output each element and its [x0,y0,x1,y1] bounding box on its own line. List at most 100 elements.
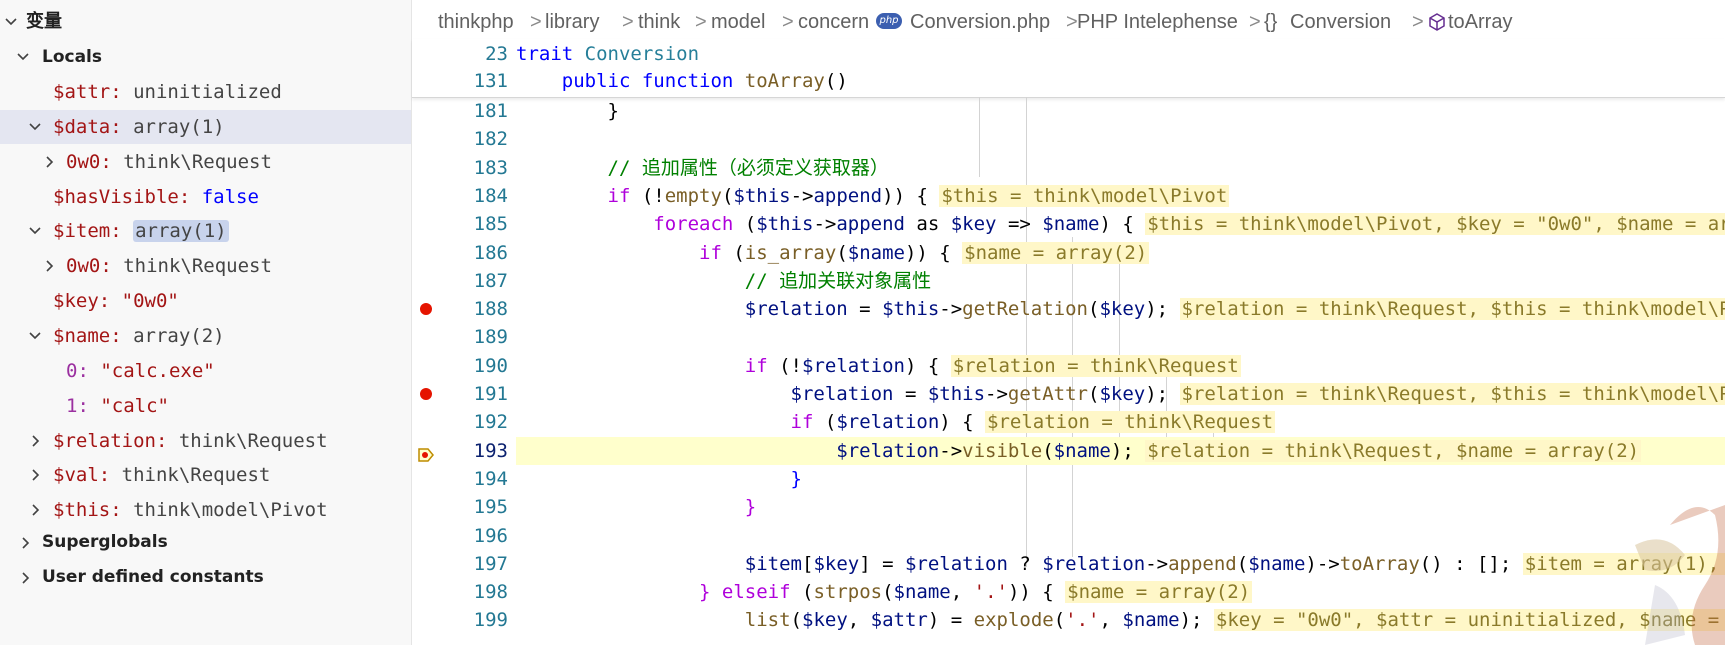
variable-row[interactable]: $attr: uninitialized [0,75,411,109]
chevron-down-icon[interactable] [4,5,20,39]
chevron-down-icon[interactable] [28,214,44,248]
chevron-right-icon[interactable] [30,493,46,527]
chevron-right-icon[interactable] [44,145,60,179]
chevron-right-icon[interactable] [30,458,46,492]
breadcrumb-think[interactable]: think [638,0,680,44]
code-line[interactable]: 131 public function toArray() [412,67,1725,95]
breadcrumb-library[interactable]: library [545,0,599,44]
code-token: Conversion [584,43,700,65]
code-token: foreach [516,213,745,236]
code-line[interactable]: 185 foreach ($this->append as $key => $n… [412,210,1725,238]
code-token: visible [962,439,1043,462]
code-token: $relation [516,383,894,405]
code-token: empty [664,184,722,207]
variable-entry: $relation: think\Request [53,424,328,458]
code-editor[interactable]: 181 } 182 183 // 追加属性（必须定义获取器） 184 if (!emp… [412,97,1725,645]
variable-value: think\Request [121,464,271,486]
chevron-right-icon[interactable] [44,249,60,283]
code-line[interactable]: 181 } [412,97,1725,125]
chevron-right-icon[interactable] [20,560,36,594]
chevron-down-icon[interactable] [28,319,44,353]
inline-value: $name = array(2) [962,241,1150,264]
chevron-down-icon[interactable] [16,40,32,74]
code-line[interactable]: 190 if (!$relation) { $relation = think\… [412,352,1725,380]
code-token: $attr [870,609,928,632]
code-line[interactable]: 192 if ($relation) { $relation = think\R… [412,408,1725,436]
code-line[interactable]: 198 } elseif (strpos($name, '.')) { $nam… [412,578,1725,606]
code-line[interactable]: 186 if (is_array($name)) { $name = array… [412,239,1725,267]
superglobals-scope[interactable]: Superglobals [0,525,411,559]
variable-row[interactable]: $key: "0w0" [0,284,411,318]
user-constants-scope[interactable]: User defined constants [0,560,411,594]
code-line[interactable]: 183 // 追加属性（必须定义获取器） [412,154,1725,182]
breadcrumb-file[interactable]: Conversion.php [910,0,1050,44]
code-token: if [516,354,780,377]
code-token: ( [1088,383,1100,405]
source-code: if ($relation) { $relation = think\Reque… [516,408,1276,436]
variable-row[interactable]: $val: think\Request [0,458,411,492]
line-number: 197 [473,552,508,575]
variable-name: $hasVisible: [53,186,191,208]
variable-entry: 1: "calc" [66,389,169,423]
variable-row[interactable]: $hasVisible: false [0,180,411,214]
code-token: getAttr [1007,383,1088,405]
variable-row[interactable]: 0w0: think\Request [0,145,411,179]
code-token: -> [985,383,1008,405]
inline-value: $this = think\model\Pivot, $key = "0w0",… [1145,213,1725,236]
code-token: } [516,581,722,604]
breadcrumb-concern[interactable]: concern [798,0,869,44]
code-line[interactable]: 23 trait Conversion [412,40,1725,68]
breadcrumb-method[interactable]: toArray [1448,0,1512,44]
breadcrumb-class[interactable]: Conversion [1290,0,1391,44]
code-token: } [516,496,757,519]
code-line[interactable]: 187 // 追加关联对象属性 [412,267,1725,295]
inline-value: $relation = think\Request [950,354,1241,377]
variables-section-header[interactable]: 变量 [0,5,411,39]
code-token: $name [1122,609,1180,632]
variable-row[interactable]: 0w0: think\Request [0,249,411,283]
code-token: ) { [939,411,986,434]
code-line[interactable]: 184 if (!empty($this->append)) { $this =… [412,182,1725,210]
code-token: ( [744,213,757,236]
chevron-right-icon[interactable] [30,424,46,458]
code-token: trait [516,43,585,65]
code-line[interactable]: 196 [412,522,1725,550]
chevron-right-icon[interactable] [20,525,36,559]
code-token: )) { [904,241,963,264]
code-line[interactable]: 194 } [412,465,1725,493]
code-token: strpos [813,581,883,604]
locals-scope[interactable]: Locals [0,40,411,74]
code-token: (! [779,354,802,377]
variable-row[interactable]: 0: "calc.exe" [0,354,411,388]
code-token: $name [1248,552,1306,575]
variable-name: 0: [66,360,89,382]
line-number: 198 [473,581,508,604]
line-number: 195 [473,496,508,519]
code-line[interactable]: 182 [412,125,1725,153]
code-token: )-> [1305,552,1340,575]
code-token: explode [973,609,1054,632]
variable-row[interactable]: $data: array(1) [0,110,411,144]
code-line[interactable]: 189 [412,323,1725,351]
code-token: if [516,241,734,264]
code-token: $relation [802,354,905,377]
variable-row[interactable]: $item: array(1) [0,214,411,248]
breadcrumb-thinkphp[interactable]: thinkphp [438,0,514,44]
code-line[interactable]: 197 $item[$key] = $relation ? $relation-… [412,550,1725,578]
code-token: $key [1099,298,1146,321]
source-code: // 追加关联对象属性 [516,267,931,295]
code-line[interactable]: 188 $relation = $this->getRelation($key)… [412,295,1725,323]
variable-row[interactable]: $relation: think\Request [0,424,411,458]
variable-row[interactable]: 1: "calc" [0,389,411,423]
code-line[interactable]: 191 $relation = $this->getAttr($key); $r… [412,380,1725,408]
variable-row[interactable]: $name: array(2) [0,319,411,353]
breadcrumb-language[interactable]: PHP Intelephense [1077,0,1238,44]
code-token: ( [836,241,848,264]
chevron-down-icon[interactable] [28,110,44,144]
variable-row[interactable]: $this: think\model\Pivot [0,493,411,527]
code-line[interactable]: 199 list($key, $attr) = explode('.', $na… [412,606,1725,634]
code-line[interactable]: 195 } [412,493,1725,521]
current-line[interactable]: 193 $relation->visible($name); $relation… [412,436,1725,465]
code-token: ); [1145,298,1180,321]
breadcrumb-model[interactable]: model [711,0,765,44]
